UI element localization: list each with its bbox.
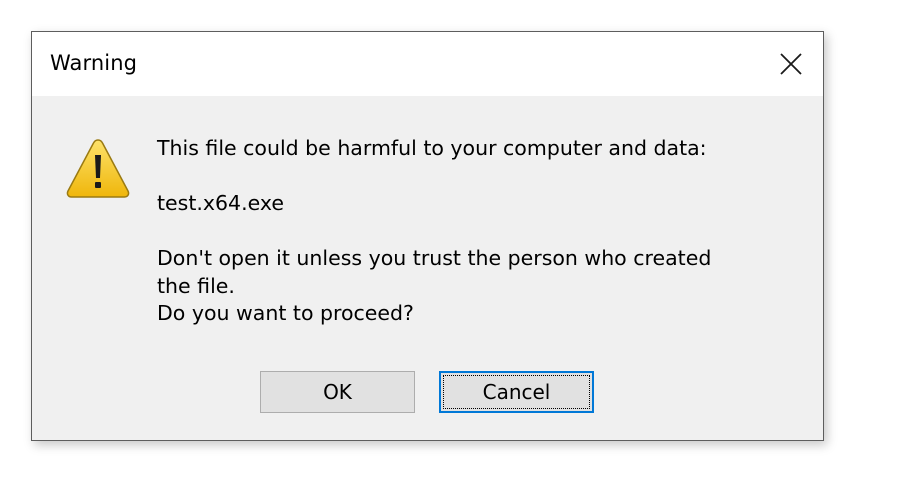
warning-dialog: Warning This file could be harmful to yo…	[31, 31, 824, 441]
ok-button-label: OK	[323, 380, 352, 404]
close-button[interactable]	[773, 46, 809, 82]
warning-triangle-icon	[65, 137, 131, 199]
message-line: This file could be harmful to your compu…	[157, 136, 707, 160]
ok-button[interactable]: OK	[260, 371, 415, 413]
close-icon	[780, 53, 802, 75]
cancel-button[interactable]: Cancel	[439, 371, 594, 413]
cancel-button-label: Cancel	[482, 380, 551, 404]
proceed-question: Do you want to proceed?	[157, 301, 414, 325]
dialog-title: Warning	[50, 51, 138, 75]
message-line: the file.	[157, 274, 235, 298]
file-name: test.x64.exe	[157, 191, 284, 215]
message-line: Don't open it unless you trust the perso…	[157, 246, 712, 270]
title-bar[interactable]: Warning	[32, 32, 823, 96]
